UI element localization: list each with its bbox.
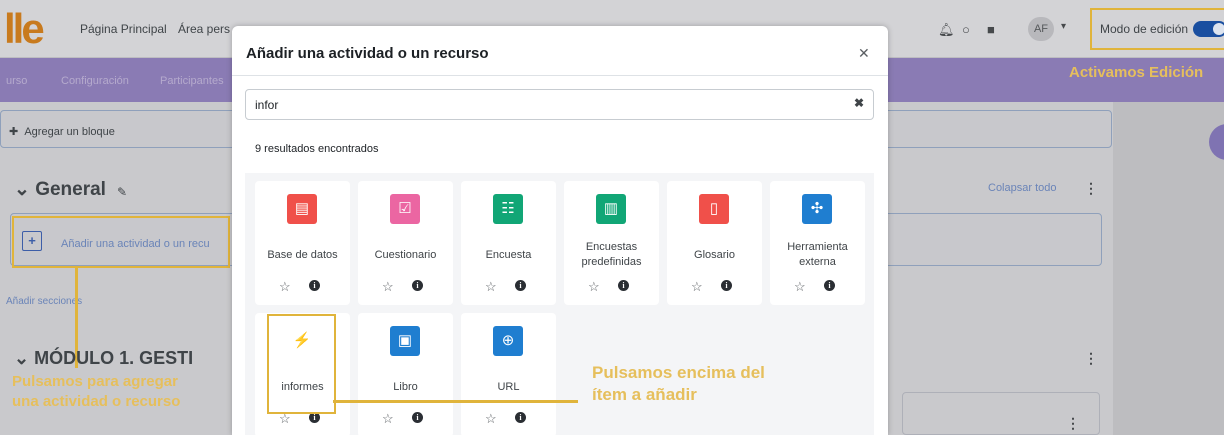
- tab-course[interactable]: urso: [6, 75, 27, 87]
- activity-tile[interactable]: ☑ Cuestionario ☆ i: [358, 181, 453, 305]
- activity-tile[interactable]: ▯ Glosario ☆ i: [667, 181, 762, 305]
- survey-icon: ☷: [493, 194, 523, 224]
- search-input[interactable]: [245, 89, 874, 120]
- chart-icon: ▥: [596, 194, 626, 224]
- callout-line-horizontal: [333, 400, 578, 403]
- info-icon[interactable]: i: [515, 412, 526, 423]
- highlight-add-activity: [12, 216, 230, 268]
- avatar[interactable]: AF: [1028, 17, 1054, 41]
- chat-icon[interactable]: ○: [962, 22, 970, 37]
- hint-add-activity: Pulsamos para agregar una actividad o re…: [12, 373, 181, 410]
- modal-title: Añadir una actividad o un recurso: [246, 45, 489, 62]
- add-sections-link[interactable]: Añadir secciones: [6, 296, 82, 307]
- kebab-menu-icon[interactable]: ⋮: [1066, 415, 1080, 432]
- right-drawer: [1113, 102, 1224, 435]
- pencil-icon[interactable]: ✎: [117, 185, 127, 199]
- activity-tile[interactable]: ✣ Herramienta externa ☆ i: [770, 181, 865, 305]
- database-icon: ▤: [287, 194, 317, 224]
- activity-tile-label: Cuestionario: [374, 248, 437, 261]
- hint-activate-edit: Activamos Edición: [1069, 64, 1204, 81]
- activity-tile-label: Base de datos: [267, 248, 338, 261]
- nav-personal-area[interactable]: Área pers: [178, 22, 230, 36]
- section-module-title[interactable]: ⌄ MÓDULO 1. GESTI: [14, 348, 193, 369]
- star-icon[interactable]: ☆: [485, 411, 497, 427]
- bell-icon[interactable]: 🔔︎: [938, 22, 955, 38]
- activity-tile[interactable]: ▤ Base de datos ☆ i: [255, 181, 350, 305]
- star-icon[interactable]: ☆: [588, 279, 600, 295]
- info-icon[interactable]: i: [309, 280, 320, 291]
- add-block-label: ✚ Agregar un bloque: [9, 126, 115, 138]
- star-icon[interactable]: ☆: [485, 279, 497, 295]
- section-general-title[interactable]: ⌄ General: [14, 178, 106, 201]
- edit-mode-toggle[interactable]: [1193, 21, 1224, 37]
- info-icon[interactable]: i: [412, 280, 423, 291]
- clear-search-icon[interactable]: ✖: [854, 96, 864, 110]
- info-icon[interactable]: i: [618, 280, 629, 291]
- activity-tile-label: Encuestas predefinidas: [581, 241, 642, 268]
- star-icon[interactable]: ☆: [382, 279, 394, 295]
- highlight-informes: [267, 314, 336, 414]
- hint-line-1: Pulsamos encima del: [592, 363, 765, 382]
- puzzle-icon: ✣: [802, 194, 832, 224]
- activity-tile[interactable]: ☷ Encuesta ☆ i: [461, 181, 556, 305]
- glossary-icon: ▯: [699, 194, 729, 224]
- globe-icon: ⊕: [493, 326, 523, 356]
- star-icon[interactable]: ☆: [382, 411, 394, 427]
- activity-tile[interactable]: ▣ Libro ☆ i: [358, 313, 453, 435]
- kebab-menu-icon[interactable]: ⋮: [1084, 350, 1098, 367]
- info-icon[interactable]: i: [515, 280, 526, 291]
- hint-line-2: ítem a añadir: [592, 385, 697, 404]
- book-icon: ▣: [390, 326, 420, 356]
- tab-settings[interactable]: Configuración: [61, 75, 129, 87]
- star-icon[interactable]: ☆: [279, 279, 291, 295]
- activity-tile[interactable]: ⊕ URL ☆ i: [461, 313, 556, 435]
- messages-icon[interactable]: ■: [987, 22, 995, 37]
- activity-tile[interactable]: ▥ Encuestas predefinidas ☆ i: [564, 181, 659, 305]
- info-icon[interactable]: i: [412, 412, 423, 423]
- close-icon[interactable]: ✕: [858, 45, 870, 62]
- results-count: 9 resultados encontrados: [255, 143, 379, 155]
- activity-tile-label: Glosario: [694, 248, 735, 261]
- collapse-all-link[interactable]: Colapsar todo: [988, 182, 1057, 194]
- activity-tile-label: Herramienta externa: [787, 241, 848, 268]
- info-icon[interactable]: i: [721, 280, 732, 291]
- tab-participants[interactable]: Participantes: [160, 75, 224, 87]
- activity-tile-label: Encuesta: [485, 248, 532, 261]
- info-icon[interactable]: i: [824, 280, 835, 291]
- edit-mode-highlight: Modo de edición: [1090, 8, 1224, 50]
- modal-divider: [232, 75, 888, 76]
- chevron-down-icon[interactable]: ▾: [1061, 21, 1066, 32]
- hint-click-item: Pulsamos encima del ítem a añadir: [592, 362, 765, 406]
- kebab-menu-icon[interactable]: ⋮: [1084, 180, 1098, 197]
- star-icon[interactable]: ☆: [691, 279, 703, 295]
- nav-home[interactable]: Página Principal: [80, 22, 167, 36]
- star-icon[interactable]: ☆: [794, 279, 806, 295]
- edit-mode-label: Modo de edición: [1100, 22, 1189, 36]
- quiz-icon: ☑: [390, 194, 420, 224]
- site-logo[interactable]: lle: [4, 8, 45, 50]
